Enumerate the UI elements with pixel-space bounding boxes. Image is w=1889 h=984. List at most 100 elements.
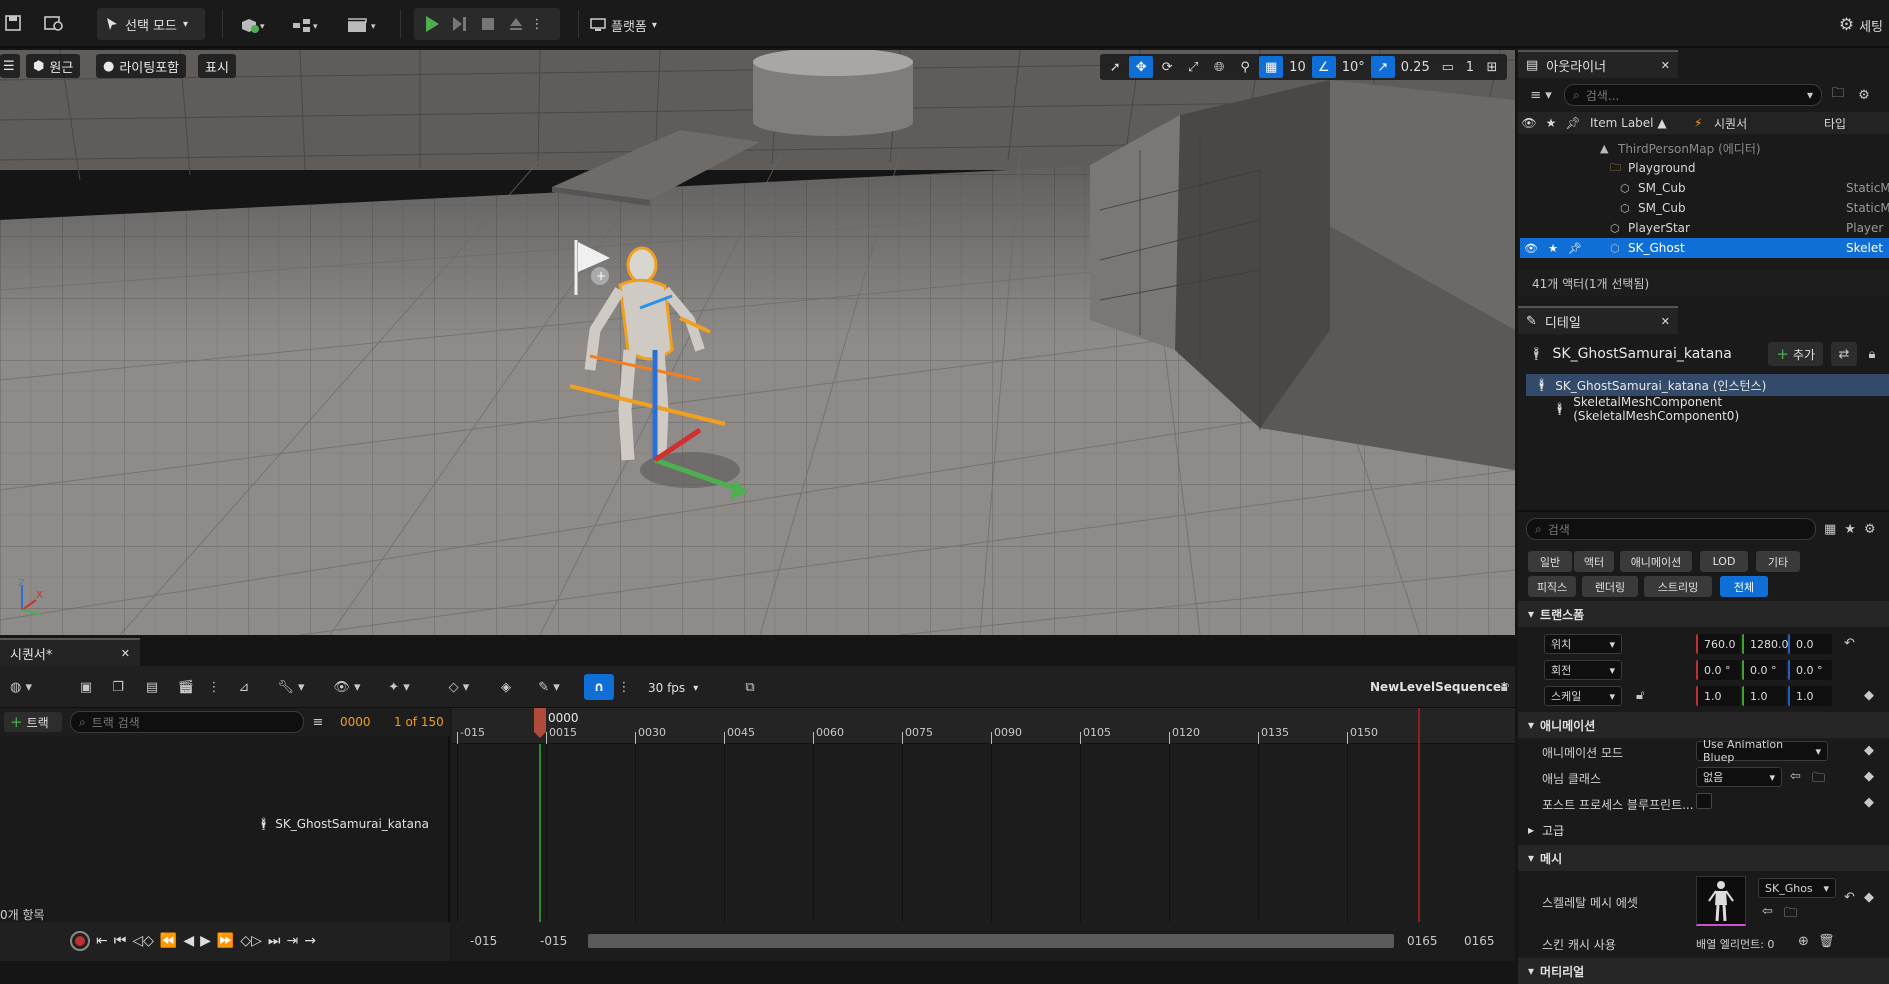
timeline-scrollbar[interactable] [588, 934, 1394, 948]
select-icon[interactable]: ➚ [1103, 56, 1127, 78]
next-key-diamond-icon[interactable]: ◇▷ [240, 933, 262, 949]
outliner-row[interactable]: ▲ ThirdPersonMap (에디터) [1520, 138, 1889, 158]
anim-mode-dropdown[interactable]: Use Animation Bluep ▾ [1696, 738, 1828, 764]
tab-details[interactable]: ✎ 디테일 ✕ [1518, 306, 1678, 334]
location-x-field[interactable]: 760.0 [1696, 634, 1740, 654]
track-item[interactable]: 🕴︎ SK_GhostSamurai_katana [256, 814, 429, 834]
grid-snap-value[interactable]: 10 [1285, 60, 1310, 75]
wrench-icon[interactable]: 🔧︎ ▾ [272, 676, 310, 698]
close-icon[interactable]: ✕ [1661, 315, 1670, 328]
location-mode-dropdown[interactable]: 위치 ▾ [1544, 634, 1622, 654]
blueprint-convert-icon[interactable]: ⇄ [1831, 342, 1857, 366]
eye-icon[interactable]: 👁︎ ▾ [328, 676, 366, 698]
filter-chip[interactable]: 피직스 [1528, 576, 1576, 597]
record-icon[interactable] [70, 931, 90, 951]
star-icon[interactable]: ★ [1844, 522, 1856, 537]
more-options-icon[interactable]: ⋮ [618, 676, 631, 698]
outliner-search-input[interactable]: ⌕ 검색... ▾ [1564, 84, 1822, 106]
outliner-row[interactable]: ⬡ SM_Cub StaticM [1520, 178, 1889, 198]
step-icon[interactable] [446, 10, 474, 38]
track-search-input[interactable]: ⌕ 트랙 검색 [70, 711, 304, 733]
rotation-snap-value[interactable]: 10° [1338, 60, 1369, 75]
outliner-row[interactable]: ⬡ PlayerStar Player [1520, 218, 1889, 238]
scale-mode-dropdown[interactable]: 스케일 ▾ [1544, 686, 1622, 706]
filter-icon[interactable]: ≡ [308, 712, 328, 732]
close-icon[interactable]: ✕ [121, 647, 130, 660]
world-icon[interactable]: ◍ ▾ [4, 676, 38, 698]
perspective-button[interactable]: ⬢ 원근 [26, 54, 81, 78]
step-back-icon[interactable]: ⏪ [160, 933, 177, 949]
reset-icon[interactable]: ↶ [1844, 636, 1855, 651]
playhead[interactable] [534, 708, 546, 744]
camera-speed-icon[interactable]: ▭ [1436, 56, 1460, 78]
filter-chip[interactable]: 기타 [1756, 551, 1800, 572]
translate-icon[interactable]: ✥ [1129, 56, 1154, 78]
blueprint-icon[interactable]: ▾ [288, 14, 324, 36]
rotation-z-field[interactable]: 0.0 ° [1788, 660, 1832, 680]
location-y-field[interactable]: 1280.0 [1742, 634, 1789, 654]
view-start-frame[interactable]: -015 [470, 934, 497, 948]
scale-icon[interactable]: ⤢ [1181, 56, 1205, 78]
scale-z-field[interactable]: 1.0 [1788, 686, 1832, 706]
delete-icon[interactable]: 🗑︎ [1818, 934, 1835, 949]
eject-icon[interactable] [502, 10, 530, 38]
curve-editor-icon[interactable]: ⧉ [738, 676, 762, 698]
rotation-x-field[interactable]: 0.0 ° [1696, 660, 1740, 680]
selection-mode-dropdown[interactable]: 선택 모드 ▾ [97, 8, 205, 40]
reset-icon[interactable]: ↶ [1844, 890, 1855, 905]
key-icon[interactable]: ⊿ [232, 676, 256, 698]
grid-snap-icon[interactable]: ▦ [1259, 56, 1284, 78]
section-transform[interactable]: ▾ 트랜스폼 [1518, 601, 1889, 627]
world-local-icon[interactable]: 🌐︎ [1207, 56, 1231, 78]
browse-icon[interactable]: 🗀︎ [1812, 769, 1825, 791]
tab-outliner[interactable]: ▤ 아웃라이너 ✕ [1518, 50, 1678, 78]
section-animation[interactable]: ▾ 애니메이션 [1518, 712, 1889, 738]
view-end-frame[interactable]: 0165 [1464, 934, 1495, 948]
advanced-toggle[interactable]: ▸ 고급 [1528, 820, 1564, 840]
timeline[interactable]: -015 0015 0030 0045 0060 0075 0090 0105 0120 0135… [452, 708, 1515, 928]
section-mesh[interactable]: ▾ 메시 [1518, 845, 1889, 871]
save-icon[interactable]: ▣ [76, 676, 96, 698]
stop-icon[interactable] [474, 10, 502, 38]
diamond-key-icon[interactable]: ◇ ▾ [440, 676, 478, 698]
column-item-label[interactable]: Item Label ▲ [1584, 116, 1694, 130]
camera-speed-value[interactable]: 1 [1462, 60, 1478, 75]
browse-icon[interactable]: 🗀︎ [1784, 904, 1797, 926]
next-key-icon[interactable]: ⏭ [268, 933, 281, 949]
pen-icon[interactable]: ✎ ▾ [530, 676, 568, 698]
key-icon[interactable]: ◆ [1864, 743, 1874, 758]
settings-button[interactable]: ⚙ 세팅 [1839, 14, 1883, 36]
auto-key-icon[interactable]: ✦ ▾ [380, 676, 418, 698]
skeletal-mesh-dropdown[interactable]: SK_Ghos ▾ [1758, 878, 1836, 898]
filter-chip[interactable]: 전체 [1720, 576, 1768, 597]
frame-rate-dropdown[interactable]: 30 fps ▾ [648, 678, 698, 698]
filter-chip[interactable]: LOD [1700, 551, 1748, 572]
lighting-mode-button[interactable]: ● 라이팅포함 [96, 54, 187, 78]
add-component-button[interactable]: + 추가 [1768, 342, 1823, 366]
location-z-field[interactable]: 0.0 [1788, 634, 1832, 654]
step-forward-icon[interactable]: ⏩ [217, 933, 234, 949]
surface-snap-icon[interactable]: ⚲ [1233, 56, 1257, 78]
key-icon[interactable]: ◆ [1864, 769, 1874, 784]
component-tree-root[interactable]: 🕴︎ SK_GhostSamurai_katana (인스턴스) [1526, 374, 1889, 396]
pin-icon[interactable]: 📌︎ [1564, 242, 1586, 255]
scale-snap-icon[interactable]: ↗ [1370, 56, 1395, 78]
outliner-row[interactable]: ⬡ SM_Cub StaticM [1520, 198, 1889, 218]
play-icon[interactable] [418, 10, 446, 38]
current-frame[interactable]: 0000 [340, 715, 371, 729]
mesh-thumbnail[interactable] [1696, 876, 1746, 926]
time-ruler[interactable]: -015 0015 0030 0045 0060 0075 0090 0105 0120 0135… [452, 708, 1515, 744]
visibility-icon[interactable]: 👁︎ [1518, 116, 1540, 130]
level-viewport[interactable]: + Z X ☰ ⬢ 원근 ● 라이팅포함 표시 ➚ ✥ ⟳ ⤢ 🌐︎ ⚲ ▦ 1… [0, 50, 1515, 635]
scale-x-field[interactable]: 1.0 [1696, 686, 1740, 706]
tab-sequencer[interactable]: 시퀀서* ✕ [0, 638, 140, 666]
content-browser-icon[interactable] [42, 12, 66, 34]
details-search-input[interactable]: ⌕ 검색 [1526, 518, 1816, 540]
rotate-icon[interactable]: ⟳ [1155, 56, 1179, 78]
star-icon[interactable]: ★ [1542, 242, 1564, 255]
visibility-icon[interactable]: 👁︎ [1520, 242, 1542, 255]
rotation-mode-dropdown[interactable]: 회전 ▾ [1544, 660, 1622, 680]
scale-y-field[interactable]: 1.0 [1742, 686, 1786, 706]
unlock-icon[interactable]: 🔓︎ [1636, 688, 1644, 703]
filter-chip[interactable]: 렌더링 [1582, 576, 1638, 597]
